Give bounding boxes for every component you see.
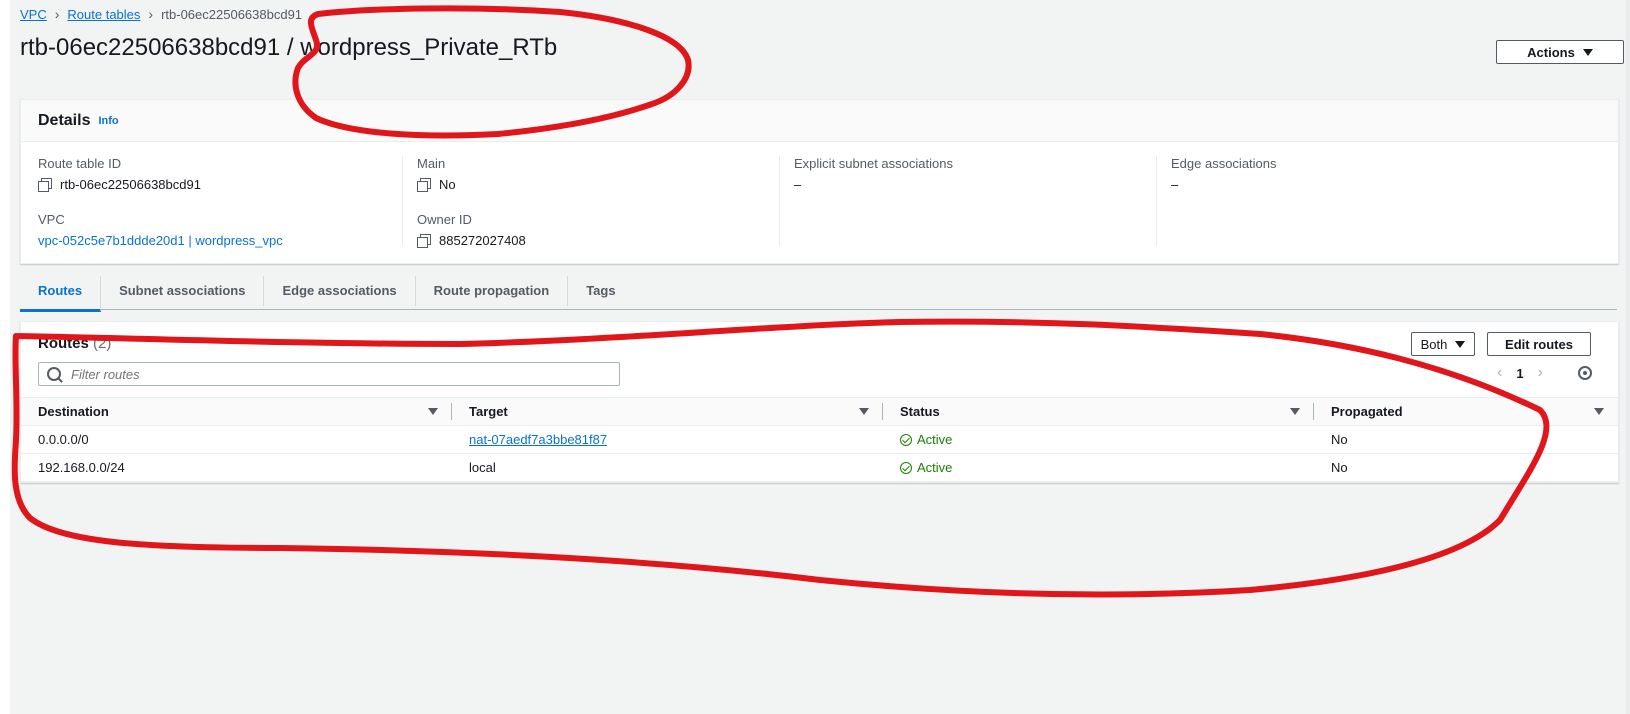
vpc-label: VPC (38, 212, 65, 227)
details-header: Details Info (21, 100, 1618, 142)
routes-panel: Routes (2) Both Edit routes ‹ 1 › Destin… (20, 321, 1619, 483)
cell-status: Active (883, 453, 1314, 482)
sort-icon[interactable] (859, 408, 869, 415)
details-column-4: Edge associations – (1156, 156, 1531, 246)
pagination: ‹ 1 › (1497, 364, 1543, 382)
owner-id-label: Owner ID (417, 212, 472, 227)
tab-edge-associations[interactable]: Edge associations (264, 276, 416, 306)
main-value-text: No (439, 177, 456, 192)
breadcrumb-route-tables[interactable]: Route tables (67, 7, 140, 22)
table-row: 192.168.0.0/24 local Active No (21, 453, 1618, 482)
copy-icon[interactable] (38, 177, 52, 192)
route-filter-select-label: Both (1420, 336, 1448, 352)
cell-destination: 0.0.0.0/0 (21, 425, 452, 454)
breadcrumb: VPC › Route tables › rtb-06ec22506638bcd… (20, 6, 302, 22)
column-header-target-label: Target (469, 404, 508, 419)
explicit-subnet-label: Explicit subnet associations (794, 156, 953, 171)
status-text: Active (917, 432, 953, 447)
edge-associations-label: Edge associations (1171, 156, 1277, 171)
chevron-right-icon: › (54, 6, 60, 22)
tab-bar: Routes Subnet associations Edge associat… (20, 276, 1617, 312)
details-panel: Details Info Route table ID rtb-06ec2250… (20, 99, 1619, 264)
cell-propagated: No (1314, 453, 1618, 482)
page-number[interactable]: 1 (1516, 366, 1523, 381)
main-label: Main (417, 156, 446, 171)
table-header-row: Destination Target Status Propagated (21, 397, 1618, 426)
filter-routes-input[interactable] (69, 365, 593, 383)
target-link[interactable]: nat-07aedf7a3bbe81f87 (469, 432, 607, 447)
cell-propagated: No (1314, 425, 1618, 454)
explicit-subnet-value: – (794, 177, 802, 192)
column-header-status[interactable]: Status (883, 397, 1314, 426)
owner-id-value: 885272027408 (417, 233, 777, 248)
route-table-id-value: rtb-06ec22506638bcd91 (38, 177, 398, 192)
sort-icon[interactable] (1290, 408, 1300, 415)
cell-destination: 192.168.0.0/24 (21, 453, 452, 482)
copy-icon[interactable] (417, 177, 431, 192)
routes-title: Routes (2) (38, 335, 111, 352)
column-header-propagated-label: Propagated (1331, 404, 1403, 419)
actions-button-label: Actions (1527, 44, 1575, 60)
vpc-link[interactable]: vpc-052c5e7b1ddde20d1 | wordpress_vpc (38, 233, 398, 248)
chevron-right-icon: › (148, 6, 154, 22)
caret-down-icon (1582, 48, 1593, 56)
page-title: rtb-06ec22506638bcd91 / wordpress_Privat… (20, 34, 558, 61)
details-column-1: Route table ID rtb-06ec22506638bcd91 VPC… (38, 156, 398, 248)
breadcrumb-vpc[interactable]: VPC (20, 7, 47, 22)
copy-icon[interactable] (417, 233, 431, 248)
edit-routes-button[interactable]: Edit routes (1487, 332, 1591, 356)
cell-target: local (452, 453, 883, 482)
tab-subnet-associations[interactable]: Subnet associations (101, 276, 265, 306)
details-column-2: Main No Owner ID 885272027408 (402, 156, 777, 248)
sort-icon[interactable] (1594, 408, 1604, 415)
check-circle-icon (900, 433, 912, 446)
breadcrumb-current: rtb-06ec22506638bcd91 (161, 6, 303, 22)
right-edge (1626, 0, 1630, 714)
routes-count: (2) (93, 335, 112, 352)
sort-icon[interactable] (428, 408, 438, 415)
table-row: 0.0.0.0/0 nat-07aedf7a3bbe81f87 Active N… (21, 425, 1618, 454)
column-header-propagated[interactable]: Propagated (1314, 397, 1618, 426)
check-circle-icon (900, 461, 912, 474)
status-indicator: Active (900, 460, 1297, 475)
column-header-status-label: Status (900, 404, 940, 419)
cell-target: nat-07aedf7a3bbe81f87 (452, 425, 883, 454)
route-table-page: VPC › Route tables › rtb-06ec22506638bcd… (10, 0, 1630, 714)
column-header-target[interactable]: Target (452, 397, 883, 426)
route-table-id-text: rtb-06ec22506638bcd91 (60, 177, 201, 192)
chevron-right-icon[interactable]: › (1538, 364, 1543, 382)
chevron-left-icon[interactable]: ‹ (1497, 364, 1502, 382)
main-value: No (417, 177, 777, 192)
actions-button[interactable]: Actions (1496, 40, 1624, 64)
info-link[interactable]: Info (98, 115, 118, 127)
settings-gear-icon[interactable] (1578, 366, 1592, 380)
filter-routes-field[interactable] (38, 362, 620, 386)
edge-associations-value: – (1171, 177, 1179, 192)
status-indicator: Active (900, 432, 1297, 447)
status-text: Active (917, 460, 953, 475)
routes-table: Destination Target Status Propagated 0.0… (21, 397, 1618, 482)
tab-routes[interactable]: Routes (20, 276, 102, 312)
details-column-3: Explicit subnet associations – (779, 156, 1154, 246)
left-margin (0, 0, 10, 714)
route-table-id-label: Route table ID (38, 156, 122, 171)
tab-route-propagation[interactable]: Route propagation (416, 276, 569, 306)
owner-id-text: 885272027408 (439, 233, 526, 248)
route-filter-select[interactable]: Both (1411, 332, 1475, 356)
routes-title-text: Routes (38, 335, 89, 352)
column-header-destination-label: Destination (38, 404, 109, 419)
tab-tags[interactable]: Tags (568, 276, 633, 306)
search-icon (47, 367, 61, 381)
column-header-destination[interactable]: Destination (21, 397, 452, 426)
details-title: Details (38, 111, 91, 129)
caret-down-icon (1455, 340, 1466, 348)
cell-status: Active (883, 425, 1314, 454)
